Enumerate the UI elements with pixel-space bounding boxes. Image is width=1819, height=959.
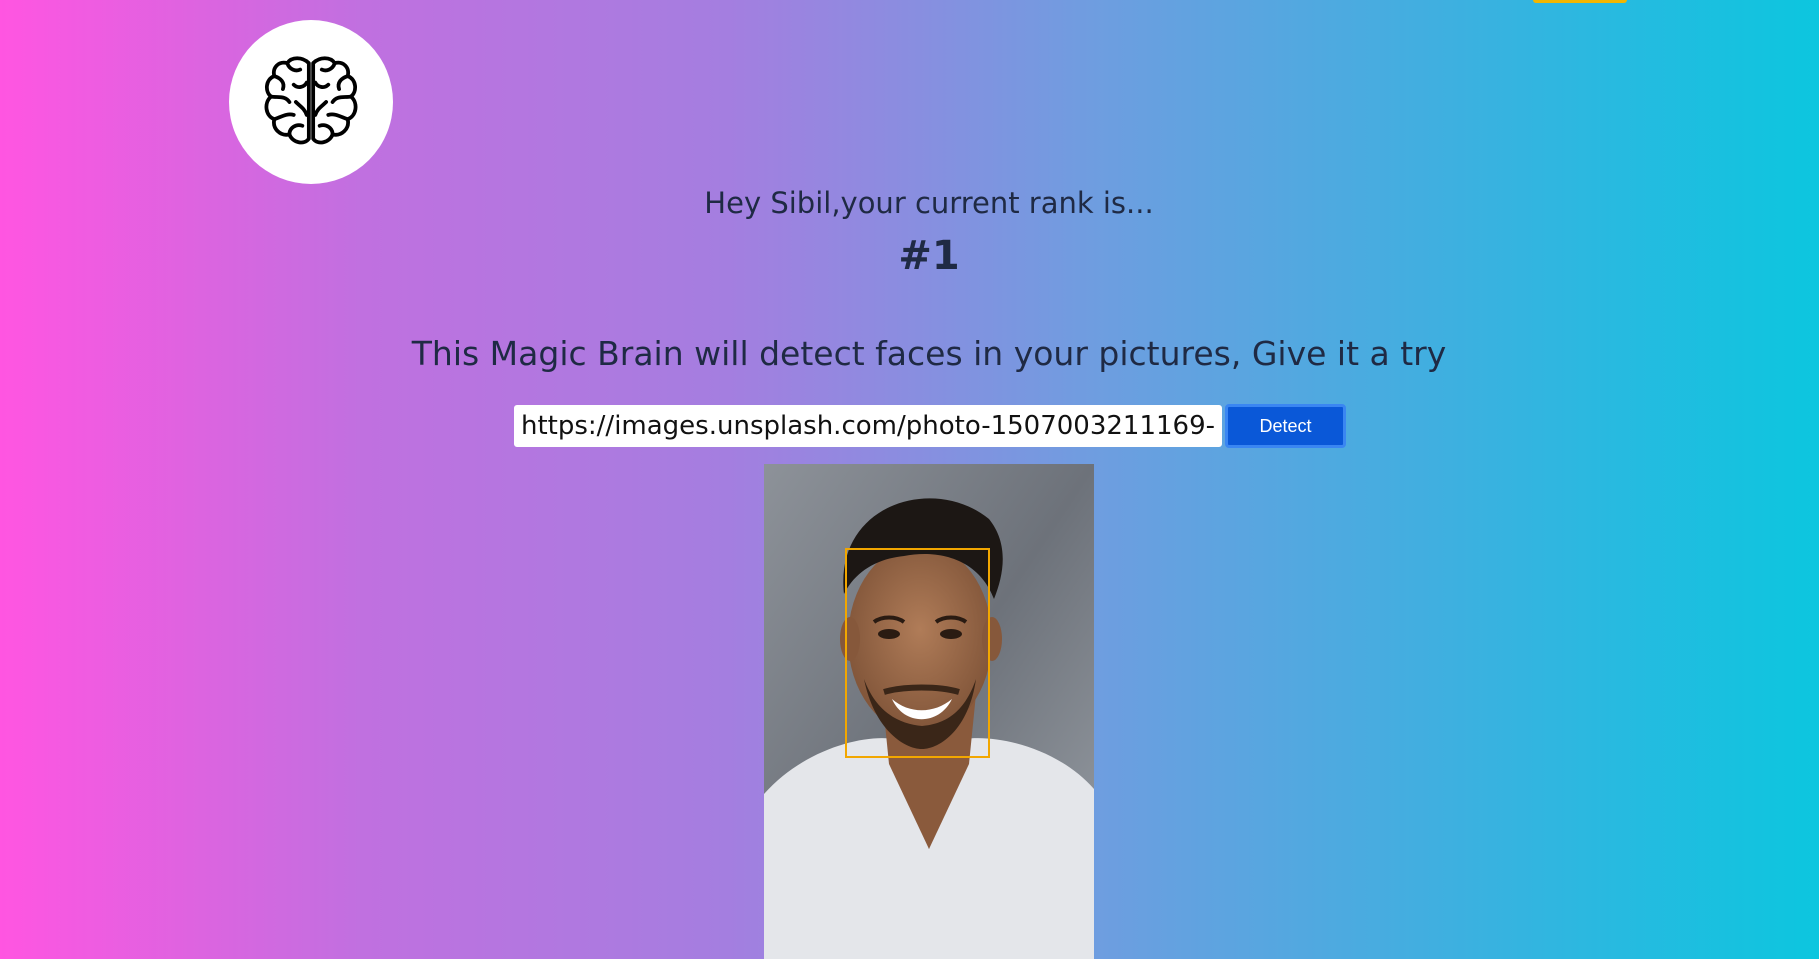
logo bbox=[229, 20, 393, 184]
detect-button[interactable]: Detect bbox=[1225, 404, 1346, 448]
uploaded-photo bbox=[764, 464, 1094, 959]
rank-message: Hey Sibil,your current rank is... bbox=[704, 186, 1154, 220]
page-headline: This Magic Brain will detect faces in yo… bbox=[411, 334, 1447, 373]
top-accent-bar bbox=[1533, 0, 1627, 3]
rank-value: #1 bbox=[898, 233, 960, 279]
face-bounding-box bbox=[845, 548, 990, 758]
image-url-input[interactable] bbox=[514, 405, 1222, 447]
brain-icon bbox=[264, 56, 358, 145]
